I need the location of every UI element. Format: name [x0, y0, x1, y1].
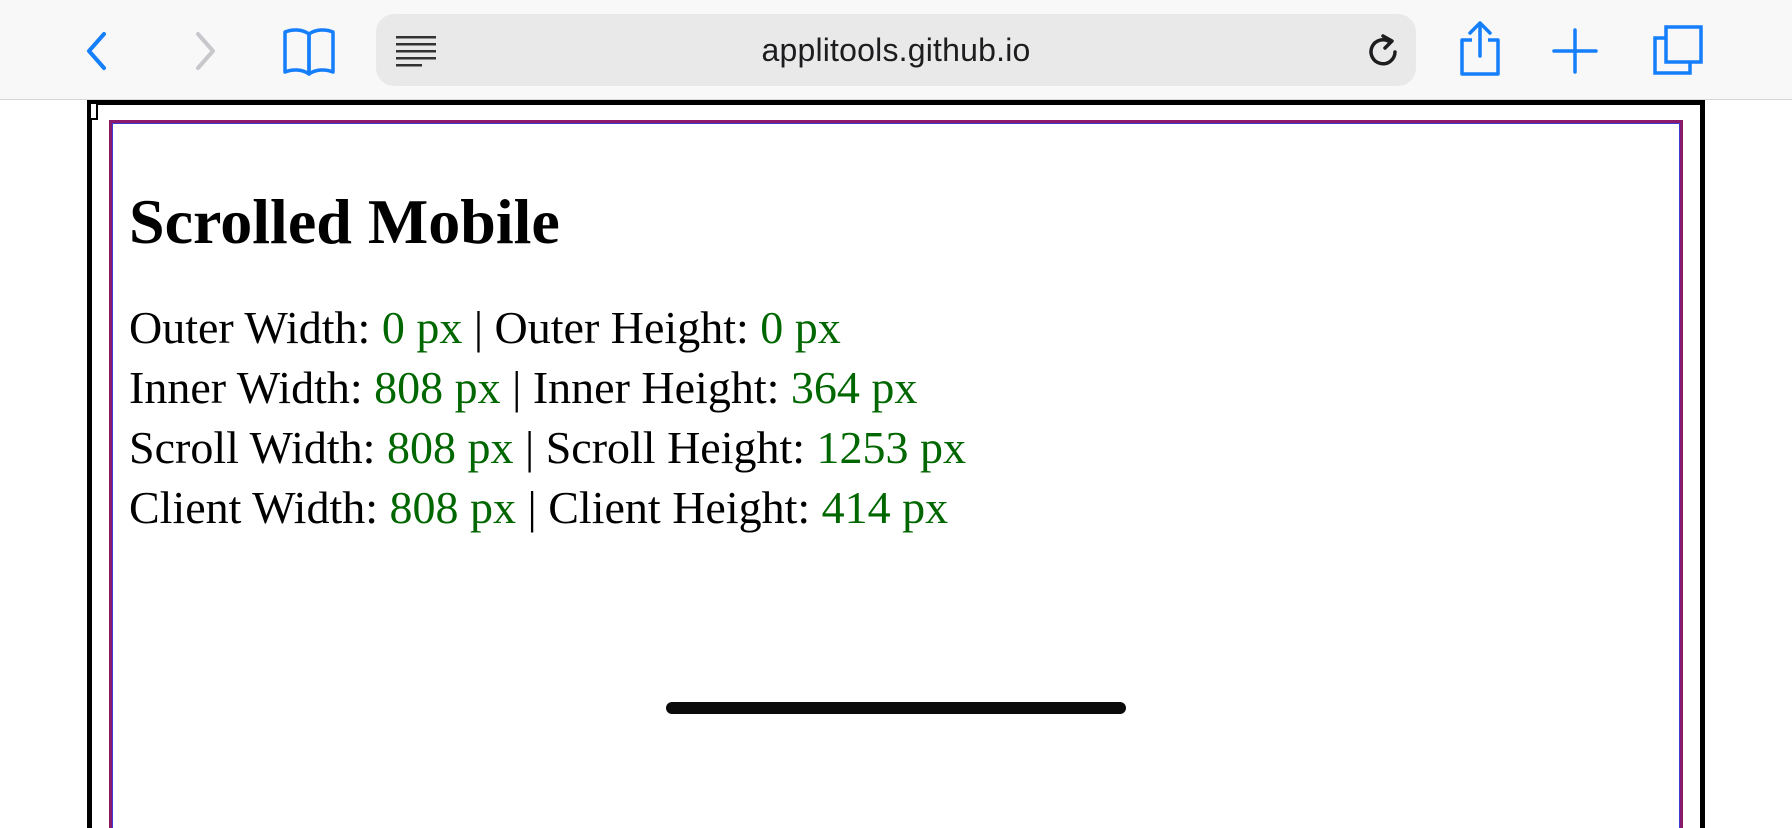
client-width-value: 808 px [389, 482, 517, 533]
address-bar[interactable]: applitools.github.io [376, 14, 1416, 86]
share-icon[interactable] [1458, 20, 1502, 78]
separator: | [500, 362, 533, 413]
chevron-right-icon[interactable] [190, 30, 220, 72]
separator: | [516, 482, 549, 533]
home-indicator[interactable] [666, 702, 1126, 714]
browser-toolbar: applitools.github.io [0, 0, 1792, 100]
page-title: Scrolled Mobile [129, 186, 560, 257]
client-width-label: Client Width: [129, 482, 390, 533]
metric-line-scroll: Scroll Width: 808 px | Scroll Height: 12… [129, 418, 966, 478]
resize-handle [89, 102, 98, 120]
metric-line-client: Client Width: 808 px | Client Height: 41… [129, 478, 966, 538]
outer-height-label: Outer Height: [494, 302, 761, 353]
inner-width-value: 808 px [374, 362, 501, 413]
url-text[interactable]: applitools.github.io [376, 14, 1416, 86]
client-height-value: 414 px [821, 482, 949, 533]
metric-line-inner: Inner Width: 808 px | Inner Height: 364 … [129, 358, 966, 418]
scroll-width-label: Scroll Width: [129, 422, 387, 473]
chevron-left-icon[interactable] [82, 30, 112, 72]
separator: | [513, 422, 546, 473]
separator: | [462, 302, 495, 353]
reload-icon[interactable] [1364, 32, 1402, 75]
outer-width-label: Outer Width: [129, 302, 382, 353]
outer-width-value: 0 px [381, 302, 463, 353]
client-height-label: Client Height: [548, 482, 822, 533]
inner-width-label: Inner Width: [129, 362, 375, 413]
web-page: Scrolled Mobile Outer Width: 0 px | Oute… [0, 100, 1792, 828]
plus-icon[interactable] [1552, 28, 1598, 74]
metric-line-outer: Outer Width: 0 px | Outer Height: 0 px [129, 298, 966, 358]
scroll-height-value: 1253 px [816, 422, 967, 473]
tabs-icon[interactable] [1652, 24, 1704, 76]
inner-height-label: Inner Height: [532, 362, 791, 413]
scroll-height-label: Scroll Height: [545, 422, 817, 473]
book-icon[interactable] [282, 26, 336, 76]
metrics-list: Outer Width: 0 px | Outer Height: 0 px I… [129, 298, 966, 538]
outer-height-value: 0 px [760, 302, 841, 353]
scroll-width-value: 808 px [386, 422, 514, 473]
inner-height-value: 364 px [790, 362, 918, 413]
